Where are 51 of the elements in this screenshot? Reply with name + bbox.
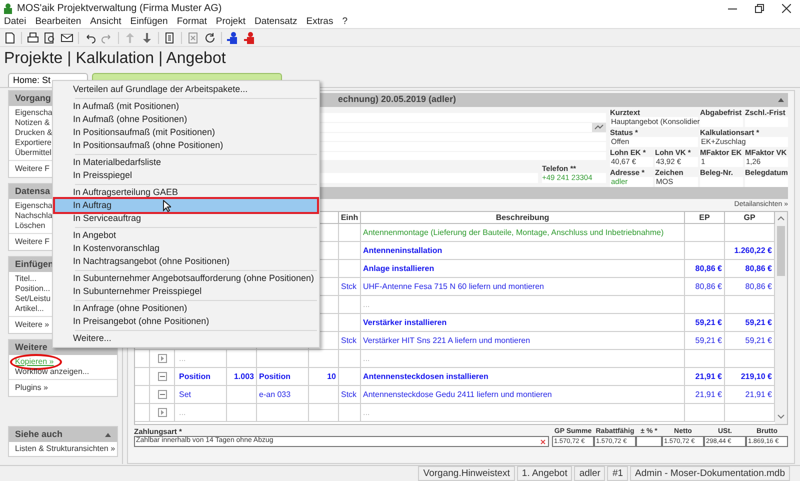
cell-text: 59,21 € <box>695 334 722 346</box>
cell-text: Verstärker HIT Sns 221 A liefern und montieren <box>363 334 530 346</box>
cell-text: 59,21 € <box>745 316 772 328</box>
cell-text: Antennensteckdose Gedu 2411 liefern und montieren <box>363 388 552 400</box>
cell-text: 80,86 € <box>695 280 722 292</box>
cell-text: 80,86 € <box>695 262 722 274</box>
cell-text: 1.003 <box>234 370 254 382</box>
cell-text: Stck <box>341 388 357 400</box>
cell-text: 80,86 € <box>745 262 772 274</box>
cell-text: Anlage installieren <box>363 262 434 274</box>
cell-text: Verstärker installieren <box>363 316 447 328</box>
cell-text: 21,91 € <box>695 370 722 382</box>
panel-title: Datensa <box>15 184 50 198</box>
column-header: Beschreibung <box>361 212 685 224</box>
cell-text: UHF-Antenne Fesa 715 N 60 liefern und montieren <box>363 280 544 292</box>
column-header: Einh <box>339 212 361 224</box>
panel-title: Einfügen <box>15 258 54 271</box>
status-field: adler <box>574 466 606 481</box>
status-field: #1 <box>607 466 628 481</box>
cell-text: Antennenmontage (Lieferung der Bauteile, Montage, Anschluss und Inbetriebnahme) <box>363 226 664 238</box>
cell-text: 80,86 € <box>745 280 772 292</box>
page-heading: Projekte | Kalkulation | Angebot <box>4 49 226 69</box>
panel-title: Siehe auch <box>15 428 63 441</box>
cell-text: Position <box>179 370 211 382</box>
column-header: EP <box>685 212 725 224</box>
cell-text: ... <box>363 352 370 364</box>
cell-text: ... <box>363 406 370 418</box>
status-field: Admin - Moser-Dokumentation.mdb <box>630 466 790 481</box>
cell-text: e-an 033 <box>259 388 291 400</box>
cell-text: ... <box>179 406 186 418</box>
panel-title: Vorgang <box>15 92 51 105</box>
cell-text: Stck <box>341 334 357 346</box>
cell-text: ... <box>179 352 186 364</box>
cell-text: 21,91 € <box>695 388 722 400</box>
cell-text: Stck <box>341 280 357 292</box>
cell-text: Antenneninstallation <box>363 244 442 256</box>
status-field: Vorgang.Hinweistext <box>418 466 515 481</box>
cell-text: 10 <box>327 370 336 382</box>
cell-text: 1.260,22 € <box>734 244 772 256</box>
panel-title: Weitere <box>15 340 48 354</box>
cell-text: Position <box>259 370 291 382</box>
cell-text: 21,91 € <box>745 388 772 400</box>
status-field: 1. Angebot <box>516 466 572 481</box>
cell-text: 59,21 € <box>695 316 722 328</box>
window-title: MOS'aik Projektverwaltung (Firma Muster AG) <box>17 2 222 16</box>
cell-text: 219,10 € <box>740 370 772 382</box>
cell-text: Set <box>179 388 192 400</box>
record-title: echnung) 20.05.2019 (adler) <box>338 93 456 106</box>
cell-text: Antennensteckdosen installieren <box>363 370 488 382</box>
cell-text: ... <box>363 298 370 310</box>
cell-text: 59,21 € <box>745 334 772 346</box>
